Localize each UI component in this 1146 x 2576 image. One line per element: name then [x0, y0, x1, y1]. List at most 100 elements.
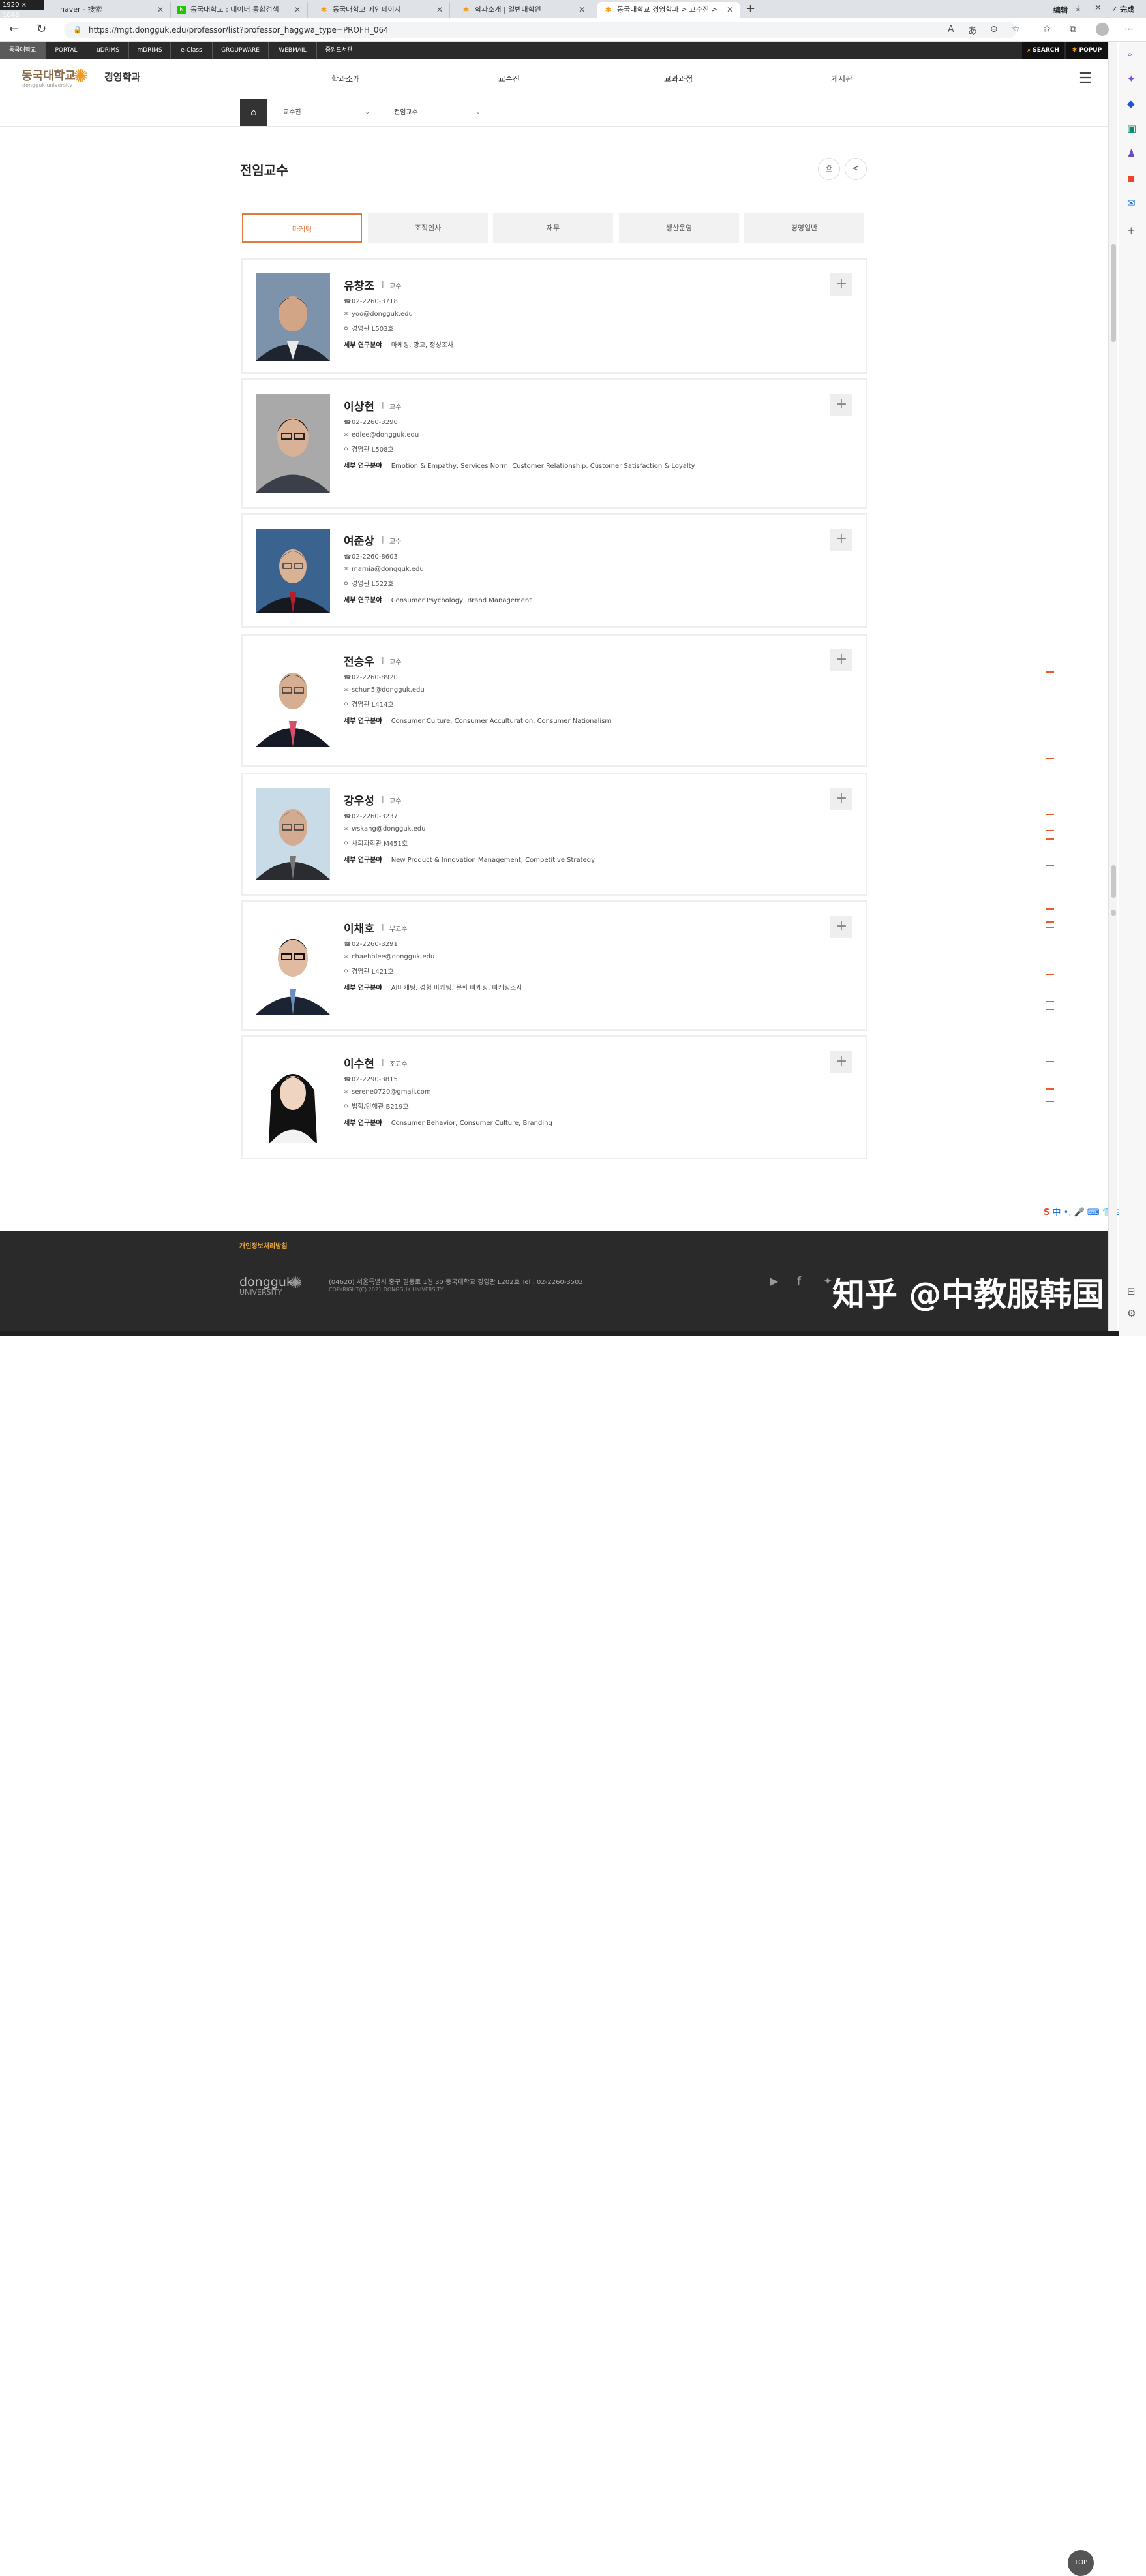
search-icon[interactable]: ⌕	[1127, 48, 1132, 60]
edit-button[interactable]: 编辑	[1053, 5, 1068, 15]
util-link-mdrims[interactable]: mDRIMS	[129, 42, 171, 59]
expand-button[interactable]: +	[830, 394, 852, 416]
profile-avatar[interactable]	[1096, 23, 1109, 36]
divider: |	[382, 656, 384, 664]
professor-email[interactable]: edlee@dongguk.edu	[352, 431, 419, 438]
nav-board[interactable]: 게시판	[831, 73, 852, 84]
tab-marketing[interactable]: 마케팅	[242, 213, 362, 243]
tools-icon[interactable]: ▣	[1127, 123, 1136, 134]
tab-naver-search[interactable]: naver - 搜索 ✕	[40, 2, 171, 18]
refresh-icon[interactable]: ↻	[37, 22, 46, 36]
tab-operations[interactable]: 생산운영	[619, 213, 739, 243]
tab-current[interactable]: ✱ 동국대학교 경영학과 > 교수진 > ✕	[597, 2, 740, 18]
done-button[interactable]: ✓ 完成	[1111, 4, 1134, 14]
nav-curriculum[interactable]: 교과과정	[664, 73, 693, 84]
professor-email[interactable]: schun5@dongguk.edu	[352, 686, 425, 694]
expand-button[interactable]: +	[830, 273, 852, 296]
util-link-webmail[interactable]: WEBMAIL	[269, 42, 317, 59]
close-icon[interactable]: ✕	[727, 2, 733, 18]
close-icon[interactable]: ✕	[157, 2, 164, 18]
util-link-groupware[interactable]: GROUPWARE	[213, 42, 269, 59]
tab-organization-hr[interactable]: 조직인사	[368, 213, 488, 243]
share-icon[interactable]: <	[845, 158, 867, 180]
util-link-eclass[interactable]: e-Class	[171, 42, 213, 59]
taskbar-strip	[0, 1331, 1119, 1336]
collections-icon[interactable]: ⧉	[1070, 24, 1076, 35]
professor-email[interactable]: chaeholee@dongguk.edu	[352, 953, 434, 960]
read-aloud-icon[interactable]: A	[948, 24, 954, 35]
youtube-icon[interactable]: ▶	[770, 1275, 778, 1288]
outlook-icon[interactable]: ✉	[1127, 197, 1136, 209]
tab-dongguk-main[interactable]: ✱ 동국대학교 메인페이지 ✕	[313, 2, 450, 18]
shopping-icon[interactable]: ◆	[1127, 98, 1135, 110]
home-icon[interactable]: ⌂	[240, 99, 267, 126]
translate-icon[interactable]: あ	[968, 24, 977, 37]
scrollbar-thumb[interactable]	[1111, 244, 1116, 342]
professor-email[interactable]: wskang@dongguk.edu	[352, 825, 425, 833]
divider: |	[382, 795, 384, 803]
site-search-button[interactable]: ⌕ SEARCH	[1022, 42, 1064, 59]
professor-rank: 교수	[389, 798, 402, 805]
privacy-policy-link[interactable]: 개인정보처리방침	[239, 1240, 288, 1250]
professor-email[interactable]: yoo@dongguk.edu	[352, 311, 413, 318]
location-icon: ⚲	[344, 702, 348, 709]
facebook-icon[interactable]: f	[797, 1275, 801, 1288]
dept-name[interactable]: 경영학과	[104, 70, 140, 84]
location-icon: ⚲	[344, 969, 348, 975]
util-link-udrims[interactable]: uDRIMS	[87, 42, 129, 59]
nav-faculty[interactable]: 교수진	[498, 73, 520, 84]
professor-email[interactable]: serene0720@gmail.com	[352, 1088, 431, 1096]
favorites-icon[interactable]: ✩	[1043, 24, 1051, 35]
zoom-icon[interactable]: ⊖	[990, 24, 998, 35]
scrollbar-thumb[interactable]	[1111, 910, 1116, 916]
breadcrumb-level2[interactable]: 전임교수 ⌄	[378, 99, 489, 126]
expand-button[interactable]: +	[830, 788, 852, 810]
tab-naver-integrated[interactable]: N 동국대학교 : 네이버 통합검색 ✕	[171, 2, 308, 18]
print-icon[interactable]: ⎙	[818, 158, 840, 180]
close-icon[interactable]: ✕	[1094, 3, 1102, 13]
expand-button[interactable]: +	[830, 916, 852, 938]
twitter-icon[interactable]: ✦	[823, 1275, 832, 1288]
tab-general-management[interactable]: 경영일반	[744, 213, 864, 243]
tab-graduate-school[interactable]: ✱ 학과소개 | 일반대학원 ✕	[455, 2, 592, 18]
page-scrollbar[interactable]	[1108, 42, 1117, 1331]
nav-dept-intro[interactable]: 학과소개	[331, 73, 360, 84]
add-icon[interactable]: +	[1127, 224, 1136, 236]
download-icon[interactable]: ⤓	[1076, 3, 1080, 13]
games-icon[interactable]: ♟	[1127, 147, 1136, 159]
decorative-mark	[1046, 1101, 1054, 1102]
settings-icon[interactable]: ⚙	[1127, 1308, 1136, 1319]
expand-button[interactable]: +	[830, 529, 852, 551]
logo-mark-icon: ✺	[73, 65, 89, 87]
breadcrumb-level1[interactable]: 교수진 ⌄	[267, 99, 378, 126]
scroll-top-button[interactable]: TOP	[1068, 2550, 1094, 2576]
more-icon[interactable]: ⋯	[1124, 24, 1134, 35]
professor-photo	[256, 788, 330, 880]
back-icon[interactable]: ←	[9, 22, 19, 36]
util-link-portal[interactable]: PORTAL	[46, 42, 87, 59]
logo-subtitle: dongguk university	[22, 82, 73, 88]
footer-copyright: COPYRIGHT(C) 2021 DONGGUK UNIVERSITY	[329, 1287, 444, 1293]
expand-button[interactable]: +	[830, 1051, 852, 1073]
decorative-mark	[1046, 671, 1054, 673]
favorite-add-icon[interactable]: ☆	[1012, 24, 1020, 35]
popup-button[interactable]: ✱ POPUP	[1066, 42, 1108, 59]
new-tab-button[interactable]: +	[746, 2, 755, 16]
util-link-library[interactable]: 중앙도서관	[317, 42, 361, 59]
close-icon[interactable]: ✕	[579, 2, 585, 18]
expand-button[interactable]: +	[830, 649, 852, 671]
office-icon[interactable]: ◼	[1127, 172, 1135, 184]
close-icon[interactable]: ✕	[436, 2, 443, 18]
professor-card: 전승우 | 교수 ☎02-2260-8920 ✉ schun5@dongguk.e…	[241, 634, 867, 767]
util-link-dongguk[interactable]: 동국대학교	[0, 42, 46, 59]
research-fields: Consumer Behavior, Consumer Culture, Bra…	[391, 1120, 552, 1127]
copilot-icon[interactable]: ✦	[1127, 73, 1136, 85]
close-icon[interactable]: ✕	[294, 2, 301, 18]
url-field[interactable]: 🔒 https://mgt.dongguk.edu/professor/list…	[64, 22, 1016, 38]
split-screen-icon[interactable]: ⊟	[1127, 1285, 1136, 1297]
scrollbar-thumb[interactable]	[1111, 865, 1116, 898]
professor-email[interactable]: marnia@dongguk.edu	[352, 566, 424, 573]
tab-finance[interactable]: 재무	[493, 213, 613, 243]
menu-icon[interactable]: ☰	[1079, 70, 1092, 87]
university-logo[interactable]: 동국대학교	[22, 67, 76, 84]
